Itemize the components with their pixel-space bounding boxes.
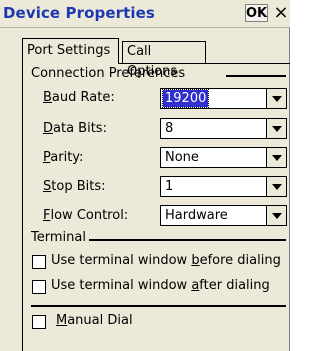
flow-control-label: Flow Control: <box>43 208 128 223</box>
baud-rate-label-text: aud Rate: <box>51 90 115 105</box>
stop-bits-label: Stop Bits: <box>43 179 105 194</box>
manual-dial-label[interactable]: Manual Dial <box>56 313 133 328</box>
stop-bits-dropdown[interactable]: 1 <box>160 176 287 197</box>
data-bits-label-text: ata Bits: <box>53 121 107 136</box>
ok-button[interactable]: OK <box>245 4 268 22</box>
data-bits-value: 8 <box>165 121 174 136</box>
terminal-after-dialing-checkbox[interactable] <box>32 280 46 294</box>
mnemonic-m: M <box>56 313 68 328</box>
terminal-before-dialing-label[interactable]: Use terminal window before dialing <box>51 253 281 268</box>
parity-label-text: arity: <box>50 150 84 165</box>
baud-rate-dropdown[interactable]: 19200 <box>160 88 287 109</box>
stop-bits-value: 1 <box>165 179 174 194</box>
terminal-divider <box>89 239 286 241</box>
window-title: Device Properties <box>3 4 155 22</box>
mnemonic-b-lower: b <box>191 253 200 268</box>
flow-control-value: Hardware <box>165 208 228 223</box>
close-icon[interactable]: × <box>272 1 290 25</box>
flow-control-label-text: low Control: <box>50 208 129 223</box>
tab-port-settings[interactable]: Port Settings <box>22 38 119 64</box>
device-properties-window: Device Properties OK × Port Settings Cal… <box>0 0 290 351</box>
group-divider <box>226 75 286 77</box>
manual-dial-checkbox[interactable] <box>32 315 46 329</box>
stop-bits-chevron-down-icon[interactable] <box>266 177 286 196</box>
baud-rate-chevron-down-icon[interactable] <box>266 89 286 108</box>
terminal-after-text-end: fter dialing <box>199 278 270 293</box>
flow-control-chevron-down-icon[interactable] <box>266 206 286 225</box>
data-bits-label: Data Bits: <box>43 121 107 136</box>
connection-preferences-heading: Connection Preferences <box>31 66 186 81</box>
terminal-before-text: Use terminal window <box>51 253 192 268</box>
parity-value: None <box>165 150 199 165</box>
terminal-after-dialing-label[interactable]: Use terminal window after dialing <box>51 278 270 293</box>
baud-rate-value: 19200 <box>161 89 210 108</box>
mnemonic-d: D <box>43 121 54 136</box>
baud-rate-label: Baud Rate: <box>43 90 115 105</box>
terminal-before-dialing-checkbox[interactable] <box>32 255 46 269</box>
stop-bits-label-text: top Bits: <box>51 179 106 194</box>
parity-label: Parity: <box>43 150 83 165</box>
flow-control-dropdown[interactable]: Hardware <box>160 205 287 226</box>
parity-chevron-down-icon[interactable] <box>266 148 286 167</box>
manual-dial-label-text: anual Dial <box>67 313 133 328</box>
data-bits-chevron-down-icon[interactable] <box>266 119 286 138</box>
tab-call-options[interactable]: Call Options <box>122 41 206 79</box>
terminal-heading: Terminal <box>31 230 86 245</box>
terminal-before-text-end: efore dialing <box>199 253 281 268</box>
data-bits-dropdown[interactable]: 8 <box>160 118 287 139</box>
parity-dropdown[interactable]: None <box>160 147 287 168</box>
title-bar: Device Properties OK × <box>0 0 290 28</box>
mnemonic-b: B <box>43 90 52 105</box>
manual-dial-divider <box>31 305 286 307</box>
terminal-after-text: Use terminal window <box>51 278 192 293</box>
